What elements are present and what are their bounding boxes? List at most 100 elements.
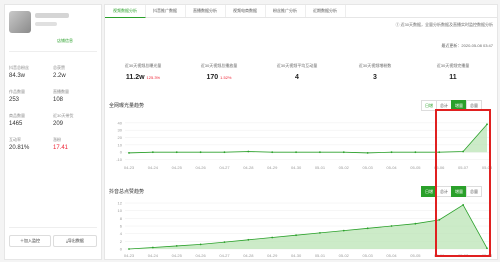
stat-item: 商品数量 1465	[9, 113, 55, 127]
tab-bar: 视频数据分析 抖音推广数据 直播数据分析 视频电商数据 粉丝推广分析 近期数据分…	[105, 5, 497, 18]
data-point	[366, 152, 369, 154]
account-name-blurred	[35, 13, 69, 18]
x-tick-label: 05-01	[315, 165, 326, 170]
metric-value: 11.2w	[125, 74, 145, 81]
x-tick-label: 04-26	[195, 253, 206, 258]
data-point	[319, 232, 321, 234]
data-point	[199, 243, 202, 246]
metric-value: 11	[449, 74, 457, 81]
stat-value: 20.81%	[9, 145, 30, 151]
metric-value: 4	[295, 74, 299, 81]
stat-value: 2.2w	[53, 73, 66, 79]
x-tick-label: 04-27	[219, 165, 230, 170]
metric-value: 170	[206, 74, 219, 81]
x-tick-label: 04-29	[267, 165, 278, 170]
data-point	[271, 236, 274, 239]
stat-item: 抖音总粉丝 84.3w	[9, 65, 55, 79]
data-point	[342, 151, 345, 154]
tab-video-analysis[interactable]: 视频数据分析	[105, 5, 146, 18]
x-tick-label: 05-01	[315, 253, 326, 258]
y-tick-label: 4	[120, 231, 123, 236]
y-tick-label: 0	[120, 150, 123, 155]
y-tick-label: 20	[118, 135, 123, 140]
metric-card: 近30天视频总曝光量 11.2w 125.3%	[105, 63, 181, 81]
x-tick-label: 04-28	[243, 165, 254, 170]
stat-item: 总获赞 2.2w	[53, 65, 99, 79]
export-data-button[interactable]: ⤓导出数据	[53, 235, 97, 247]
x-tick-label: 04-28	[243, 253, 254, 258]
stat-label: 总获赞	[53, 65, 65, 70]
data-point	[414, 222, 417, 225]
x-tick-label: 04-25	[172, 165, 183, 170]
data-point	[151, 246, 154, 249]
stat-label: 涨粉	[53, 137, 61, 142]
avatar	[9, 11, 31, 33]
analytics-panel: 视频数据分析 抖音推广数据 直播数据分析 视频电商数据 粉丝推广分析 近期数据分…	[104, 4, 498, 260]
stat-label: 抖音总粉丝	[9, 65, 29, 70]
tab-video-commerce[interactable]: 视频电商数据	[225, 5, 266, 17]
data-point	[223, 241, 226, 243]
x-tick-label: 05-05	[410, 165, 421, 170]
update-time: 最近更新：2020-05-08 03:47	[441, 43, 493, 48]
y-tick-label: 10	[118, 208, 123, 213]
metric-card: 近30天视频总播放量 170 1.52%	[181, 63, 257, 81]
metric-change: 125.3%	[146, 75, 161, 80]
tab-promotion[interactable]: 抖音推广数据	[145, 5, 186, 17]
divider	[9, 227, 97, 228]
data-point	[366, 227, 369, 230]
x-tick-label: 04-26	[195, 165, 206, 170]
stat-item: 互动率 20.81%	[9, 137, 55, 151]
metric-title: 近30天视频总曝光量	[124, 63, 162, 68]
data-point	[390, 151, 393, 154]
metric-change: 1.52%	[220, 75, 232, 80]
divider	[9, 51, 97, 52]
metric-card: 近30天视频平均互动量 4	[259, 63, 335, 81]
stat-value: 84.3w	[9, 73, 26, 79]
stat-label: 互动率	[9, 137, 21, 142]
profile-link[interactable]: 店铺信息	[57, 38, 73, 44]
stat-item: 直播数量 108	[53, 89, 99, 103]
add-monitor-button[interactable]: ＋加入监控	[9, 235, 51, 247]
stat-item: 近30天带货 209	[53, 113, 99, 127]
x-tick-label: 05-04	[386, 253, 397, 258]
tab-recent-data[interactable]: 近期数据分析	[305, 5, 346, 17]
stat-value-highlight: 17.41	[53, 145, 69, 151]
x-tick-label: 05-03	[363, 165, 374, 170]
series-area	[129, 124, 487, 153]
y-tick-label: 0	[120, 247, 123, 252]
highlight-box	[435, 109, 491, 257]
metric-card: 近30天视频完播量 11	[415, 63, 491, 81]
data-point	[175, 245, 178, 247]
data-point	[223, 151, 226, 154]
y-tick-label: 2	[120, 239, 123, 244]
x-tick-label: 04-30	[291, 253, 302, 258]
stat-value: 209	[53, 121, 64, 127]
x-tick-label: 04-25	[172, 253, 183, 258]
stat-value: 253	[9, 97, 20, 103]
metric-title: 近30天视频增粉数	[358, 63, 392, 68]
data-point	[390, 225, 393, 227]
metric-title: 近30天视频平均互动量	[276, 63, 318, 68]
series-line	[128, 124, 488, 154]
metric-value: 3	[373, 74, 377, 81]
x-tick-label: 05-05	[410, 253, 421, 258]
y-tick-label: 30	[118, 128, 123, 133]
x-tick-label: 04-30	[291, 165, 302, 170]
data-point	[247, 150, 250, 153]
y-tick-label: 6	[120, 224, 123, 229]
x-tick-label: 04-27	[219, 253, 230, 258]
x-tick-label: 04-24	[148, 253, 159, 258]
add-monitor-label: 加入监控	[24, 238, 40, 243]
stat-label: 作品数量	[9, 89, 25, 94]
data-point	[199, 151, 202, 154]
metric-title: 近30天视频总播放量	[200, 63, 238, 68]
x-tick-label: 05-03	[363, 253, 374, 258]
data-point	[414, 151, 417, 154]
tab-live-analysis[interactable]: 直播数据分析	[185, 5, 226, 17]
stat-label: 直播数量	[53, 89, 69, 94]
data-point	[271, 151, 274, 154]
y-tick-label: 40	[118, 120, 123, 125]
stat-item: 涨粉 17.41	[53, 137, 99, 151]
x-tick-label: 05-02	[339, 253, 350, 258]
tab-fans-promotion[interactable]: 粉丝推广分析	[265, 5, 306, 17]
